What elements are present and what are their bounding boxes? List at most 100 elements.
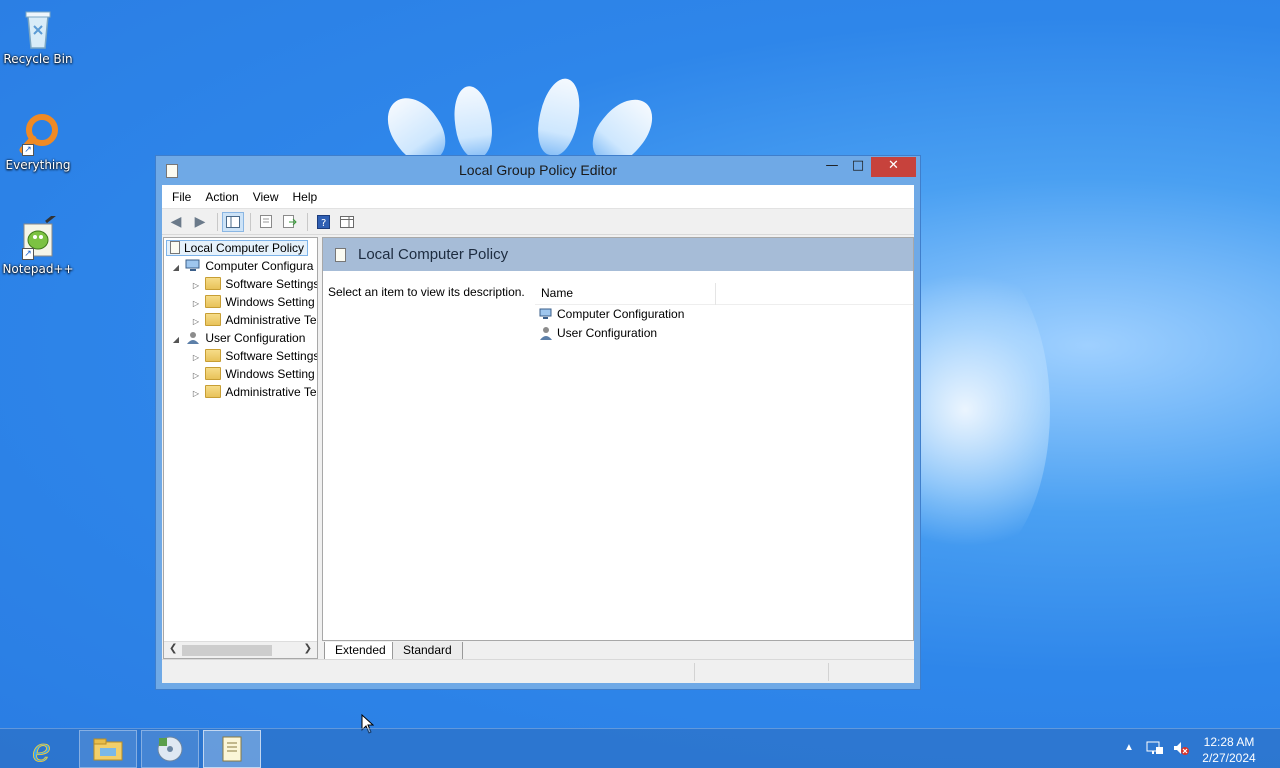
policy-document-icon — [222, 736, 242, 762]
menu-file[interactable]: File — [165, 190, 198, 204]
list-item-user-configuration[interactable]: User Configuration — [539, 324, 657, 342]
export-list-icon[interactable] — [279, 212, 301, 232]
collapse-arrow-icon[interactable]: ◢ — [170, 259, 182, 277]
folder-icon — [205, 295, 222, 308]
tree-root-selection: Local Computer Policy — [166, 240, 309, 256]
tree-label: Software Settings — [225, 277, 318, 291]
clock-date: 2/27/2024 — [1202, 751, 1256, 765]
maximize-button[interactable]: □ — [844, 157, 872, 177]
column-separator[interactable] — [715, 283, 716, 305]
tree-node-root[interactable]: Local Computer Policy — [166, 239, 309, 257]
menu-view[interactable]: View — [246, 190, 286, 204]
tab-extended[interactable]: Extended — [324, 642, 397, 660]
scrollbar-thumb[interactable] — [182, 645, 272, 656]
computer-icon — [185, 259, 201, 272]
description-text: Select an item to view its description. — [328, 285, 525, 299]
policy-document-icon — [335, 247, 346, 262]
tree-label: Administrative Te — [225, 385, 317, 399]
tree-label: User Configuration — [205, 331, 306, 345]
svg-text:?: ? — [321, 218, 326, 229]
tree-label: Computer Configura — [205, 259, 314, 273]
tab-standard[interactable]: Standard — [392, 642, 463, 660]
desktop-icon-label: Everything — [5, 158, 71, 172]
taskbar-gpedit[interactable] — [203, 730, 261, 768]
desktop-icon-label: Recycle Bin — [3, 52, 73, 66]
recycle-bin-icon — [16, 6, 60, 50]
taskbar-clock[interactable]: 12:28 AM 2/27/2024 — [1196, 734, 1262, 766]
tree-node-software-settings[interactable]: ▷ Software Settings — [190, 347, 318, 365]
toolbar-separator — [217, 212, 218, 231]
wallpaper-petal — [450, 83, 496, 161]
toolbar-separator — [250, 212, 251, 231]
internet-explorer-icon[interactable]: e — [28, 731, 64, 768]
show-hide-console-tree-icon[interactable] — [222, 211, 244, 232]
show-hidden-icons-button[interactable]: ▲ — [1124, 742, 1134, 768]
window-title: Local Group Policy Editor — [459, 162, 617, 178]
folder-icon — [205, 349, 222, 362]
gpedit-window: Local Group Policy Editor — □ ✕ File Act… — [155, 155, 921, 690]
folder-icon — [205, 367, 222, 380]
tree-node-administrative-templates[interactable]: ▷ Administrative Te — [190, 383, 317, 401]
tree-node-software-settings[interactable]: ▷ Software Settings — [190, 275, 318, 293]
scroll-left-icon[interactable]: ❮ — [169, 643, 177, 654]
folder-icon — [205, 385, 222, 398]
details-header-title: Local Computer Policy — [358, 246, 509, 263]
tree-label: Windows Setting — [225, 367, 315, 381]
folder-icon — [205, 313, 222, 326]
column-name-header[interactable]: Name — [541, 286, 573, 300]
window-client: File Action View Help ◀ ▶ ? Local Comput… — [162, 185, 914, 683]
clock-time: 12:28 AM — [1203, 735, 1255, 749]
tree-node-windows-settings[interactable]: ▷ Windows Setting — [190, 365, 315, 383]
volume-muted-icon[interactable] — [1172, 739, 1190, 768]
details-pane: Local Computer Policy Select an item to … — [322, 237, 914, 641]
collapse-arrow-icon[interactable]: ◢ — [170, 331, 182, 349]
title-bar[interactable]: Local Group Policy Editor — □ ✕ — [156, 156, 920, 185]
menu-help[interactable]: Help — [286, 190, 325, 204]
disc-utility-icon — [157, 736, 183, 762]
shortcut-arrow-icon: ↗ — [22, 144, 34, 156]
minimize-button[interactable]: — — [818, 157, 846, 177]
tree-label: Administrative Te — [225, 313, 317, 327]
network-icon[interactable] — [1146, 739, 1164, 768]
list-item-label: Computer Configuration — [557, 307, 685, 321]
desktop-icon-everything[interactable]: ↗ Everything — [0, 112, 76, 172]
list-column-header: Name — [535, 283, 913, 305]
computer-icon — [539, 307, 553, 321]
tree-horizontal-scrollbar[interactable]: ❮ ❯ — [164, 641, 317, 658]
menu-bar: File Action View Help — [162, 185, 914, 209]
show-hide-action-pane-icon[interactable] — [336, 212, 358, 232]
status-separator — [694, 663, 695, 681]
notepadpp-icon: ↗ — [16, 212, 60, 260]
tree-node-administrative-templates[interactable]: ▷ Administrative Te — [190, 311, 317, 329]
view-tabs: Extended Standard — [322, 642, 914, 660]
taskbar-file-explorer[interactable] — [79, 730, 137, 768]
tree-node-computer-configuration[interactable]: ◢ Computer Configura — [170, 257, 313, 275]
expand-arrow-icon[interactable]: ▷ — [190, 385, 202, 403]
close-button[interactable]: ✕ — [871, 157, 916, 177]
user-icon — [185, 331, 201, 344]
menu-action[interactable]: Action — [198, 190, 245, 204]
tree-node-user-configuration[interactable]: ◢ User Configuration — [170, 329, 305, 347]
status-bar — [162, 659, 914, 683]
status-separator — [828, 663, 829, 681]
back-arrow-icon[interactable]: ◀ — [165, 212, 187, 232]
help-icon[interactable]: ? — [312, 212, 334, 232]
list-item-computer-configuration[interactable]: Computer Configuration — [539, 305, 684, 323]
file-explorer-icon — [93, 738, 123, 761]
desktop-icon-recycle-bin[interactable]: Recycle Bin — [0, 6, 76, 66]
tree-root-label: Local Computer Policy — [184, 241, 305, 255]
scroll-right-icon[interactable]: ❯ — [304, 643, 312, 654]
desktop-icon-label: Notepad++ — [2, 262, 74, 276]
desktop-icon-notepadpp[interactable]: ↗ Notepad++ — [0, 212, 76, 276]
forward-arrow-icon[interactable]: ▶ — [189, 212, 211, 232]
folder-icon — [205, 277, 222, 290]
tree-label: Software Settings — [225, 349, 318, 363]
tree-node-windows-settings[interactable]: ▷ Windows Setting — [190, 293, 315, 311]
list-item-label: User Configuration — [557, 326, 658, 340]
console-tree: Local Computer Policy ◢ Computer Configu… — [163, 237, 318, 659]
properties-icon[interactable] — [255, 212, 277, 232]
policy-document-icon — [170, 241, 180, 254]
wallpaper-petal — [532, 74, 586, 160]
toolbar-separator — [307, 212, 308, 231]
taskbar-control-panel[interactable] — [141, 730, 199, 768]
